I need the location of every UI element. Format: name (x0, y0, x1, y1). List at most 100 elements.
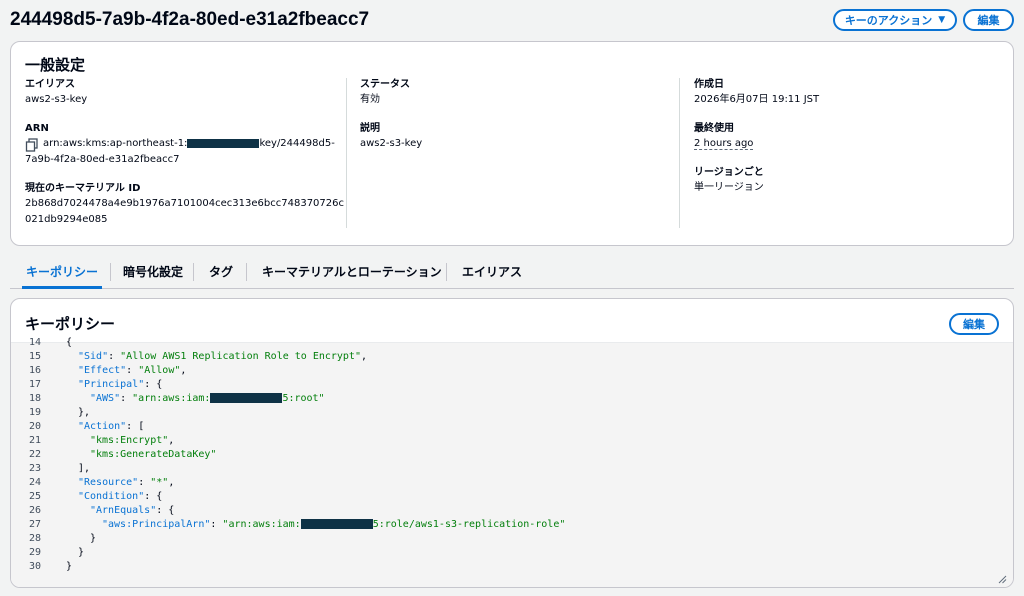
page-title: 244498d5-7a9b-4f2a-80ed-e31a2fbeacc7 (10, 9, 370, 30)
copy-icon[interactable] (25, 138, 39, 152)
key-material-value: 2b868d7024478a4e9b1976a7101004cec313e6bc… (25, 198, 344, 225)
key-actions-button[interactable]: キーのアクション ▼ (833, 9, 957, 31)
edit-button[interactable]: 編集 (963, 9, 1014, 31)
code-line: 27 "aws:PrincipalArn": "arn:aws:iam: 5:rol… (11, 518, 1001, 532)
tab-aliases[interactable]: エイリアス (462, 255, 522, 288)
json-key: "ArnEquals" (90, 505, 157, 516)
code-line: 22 "kms:GenerateDataKey" (11, 448, 1001, 462)
arn-label: ARN (25, 123, 49, 134)
line-number: 21 (28, 435, 41, 446)
code-line: 23], (11, 462, 1001, 476)
column-divider (346, 78, 347, 228)
code-line: 28} (11, 532, 1001, 546)
json-punct: : (138, 477, 151, 488)
json-punct: : { (144, 379, 163, 390)
code-line: 21 "kms:Encrypt", (11, 434, 1001, 448)
tab-separator (446, 263, 447, 281)
json-key: "AWS" (90, 393, 121, 404)
last-used-field: 最終使用 2 hours ago (694, 122, 1004, 152)
tab-bar: キーポリシー 暗号化設定 タグ キーマテリアルとローテーション エイリアス (10, 255, 1014, 289)
redaction-block (300, 519, 373, 529)
arn-suffix-line2: 7a9b-4f2a-80ed-e31a2fbeacc7 (25, 154, 180, 165)
line-number: 27 (28, 519, 41, 530)
general-settings-panel: 一般設定 エイリアス aws2-s3-key ARN arn:aws:kms:a… (10, 41, 1014, 246)
edit-policy-button[interactable]: 編集 (949, 313, 999, 335)
line-number: 29 (28, 547, 41, 558)
json-key: "Condition" (78, 491, 145, 502)
code-text: "kms:Encrypt", (66, 434, 174, 448)
tab-key-material-rotation[interactable]: キーマテリアルとローテーション (262, 255, 442, 288)
code-text: "AWS": "arn:aws:iam: 5:root" (66, 392, 325, 406)
alias-field: エイリアス aws2-s3-key (25, 78, 345, 108)
page-header: 244498d5-7a9b-4f2a-80ed-e31a2fbeacc7 キーの… (0, 0, 1024, 40)
json-string: "arn:aws:iam: (222, 519, 301, 530)
json-punct: : (108, 351, 121, 362)
json-punct: } (90, 533, 97, 544)
caret-down-icon: ▼ (938, 15, 946, 25)
key-material-field: 現在のキーマテリアル ID 2b868d7024478a4e9b1976a710… (25, 182, 345, 228)
json-key: "aws:PrincipalArn" (102, 519, 211, 530)
last-used-value[interactable]: 2 hours ago (694, 138, 754, 150)
code-line: 26 "ArnEquals": { (11, 504, 1001, 518)
json-string: 5:root" (282, 393, 325, 404)
description-value: aws2-s3-key (360, 138, 423, 149)
resize-handle-icon[interactable] (997, 574, 1007, 584)
key-policy-heading: キーポリシー (25, 315, 116, 333)
tab-tags[interactable]: タグ (209, 255, 233, 288)
line-number: 15 (28, 351, 41, 362)
general-settings-heading: 一般設定 (25, 56, 86, 74)
arn-field: ARN arn:aws:kms:ap-northeast-1: key/24449… (25, 122, 345, 168)
json-punct: : { (144, 491, 163, 502)
json-key: "Effect" (78, 365, 127, 376)
tab-encryption-settings[interactable]: 暗号化設定 (123, 255, 183, 288)
region-value: 単一リージョン (694, 182, 764, 193)
general-column-1: エイリアス aws2-s3-key ARN arn:aws:kms:ap-nor… (25, 78, 345, 242)
code-text: "Effect": "Allow", (66, 364, 186, 378)
json-punct: ], (78, 463, 91, 474)
json-punct: : { (156, 505, 175, 516)
json-string: "Allow" (138, 365, 181, 376)
line-number: 20 (28, 421, 41, 432)
status-label: ステータス (360, 79, 410, 90)
code-line: 20 "Action": [ (11, 420, 1001, 434)
policy-code-editor[interactable]: 14 {15 "Sid": "Allow AWS1 Replication Role… (11, 337, 1013, 587)
code-text: "aws:PrincipalArn": "arn:aws:iam: 5:role/… (66, 518, 565, 532)
region-label: リージョンごと (694, 167, 764, 178)
json-string: 5:role/aws1-s3-replication-role" (372, 519, 566, 530)
json-punct: }, (78, 407, 91, 418)
code-line: 30} (11, 560, 1001, 574)
line-number: 30 (28, 561, 41, 572)
code-line: 16 "Effect": "Allow", (11, 364, 1001, 378)
code-line: 29} (11, 546, 1001, 560)
line-number: 18 (28, 393, 41, 404)
redaction-block (210, 393, 283, 403)
tab-separator (193, 263, 194, 281)
code-text: } (66, 560, 72, 574)
json-key: "Resource" (78, 477, 139, 488)
json-string: "*" (150, 477, 169, 488)
general-column-3: 作成日 2026年6月07日 19:11 JST 最終使用 2 hours ag… (694, 78, 1004, 210)
line-number: 17 (28, 379, 41, 390)
code-line: 19}, (11, 406, 1001, 420)
code-line: 24 "Resource": "*", (11, 476, 1001, 490)
json-string: "Allow AWS1 Replication Role to Encrypt" (120, 351, 361, 362)
line-number: 19 (28, 407, 41, 418)
json-punct: } (78, 547, 85, 558)
last-used-label: 最終使用 (694, 123, 734, 134)
created-value: 2026年6月07日 19:11 JST (694, 94, 820, 105)
line-number: 26 (28, 505, 41, 516)
status-field: ステータス 有効 (360, 78, 680, 108)
json-string: "arn:aws:iam: (132, 393, 211, 404)
key-policy-panel: キーポリシー 編集 14 {15 "Sid": "Allow AWS1 Replic… (10, 298, 1014, 588)
json-key: "Sid" (78, 351, 109, 362)
code-text: } (66, 532, 96, 546)
json-punct: , (168, 435, 175, 446)
line-number: 23 (28, 463, 41, 474)
tab-key-policy[interactable]: キーポリシー (21, 255, 103, 289)
code-line: 14 { (11, 336, 1001, 350)
json-punct: , (168, 477, 175, 488)
code-line: 17 "Principal": { (11, 378, 1001, 392)
json-string: "kms:GenerateDataKey" (90, 449, 217, 460)
tab-separator (246, 263, 247, 281)
json-key: "Action" (78, 421, 127, 432)
